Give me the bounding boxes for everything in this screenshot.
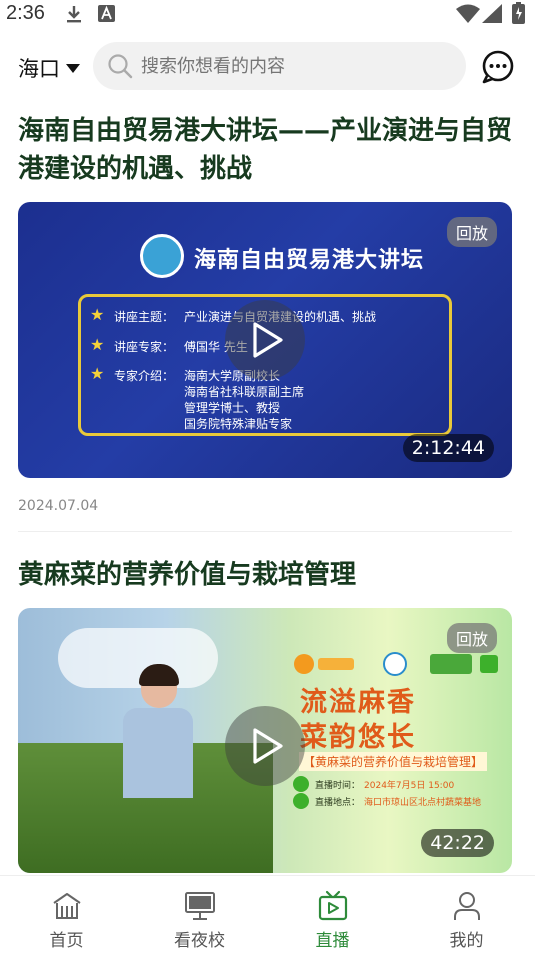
replay-badge: 回放 [446,623,497,653]
star-icon: ★ [90,335,105,354]
play-button[interactable] [225,706,305,786]
live-tv-icon [318,890,347,921]
video-date: 2024.07.04 [18,498,99,514]
tab-label: 我的 [449,931,484,951]
tab-label: 看夜校 [174,931,225,951]
monitor-icon [184,892,215,920]
caret-down-icon [66,63,80,73]
play-dot-icon [293,793,309,809]
search-bar[interactable] [93,42,466,90]
message-icon[interactable] [481,50,515,84]
video-card[interactable]: 海南自由贸易港大讲坛——产业演进与自贸港建设的机遇、挑战 海南自由贸易港大讲坛 … [18,112,512,532]
city-label: 海口 [18,57,60,81]
video-title[interactable]: 海南自由贸易港大讲坛——产业演进与自贸港建设的机遇、挑战 [18,112,512,188]
live-location-row: 直播地点： 海口市琼山区北点村蔬菜基地 [293,793,481,809]
play-icon [253,728,283,764]
partner-logos [294,652,498,676]
info-label: 直播地点： [315,797,361,808]
play-button[interactable] [225,300,305,380]
person-image [123,664,193,798]
star-icon: ★ [90,305,105,324]
tab-label: 首页 [49,931,84,951]
video-title[interactable]: 黄麻菜的营养价值与栽培管理 [18,556,512,594]
slogan-line-2: 菜韵悠长 [300,722,416,753]
slogan-line-1: 流溢麻香 [300,687,416,718]
font-icon [98,5,115,22]
info-label: 讲座主题： [114,310,175,324]
wifi-icon [456,4,480,23]
video-duration: 2:12:44 [402,434,494,462]
replay-badge: 回放 [446,217,497,247]
bottom-tab-bar: 首页 看夜校 直播 我的 [0,875,535,955]
video-duration: 42:22 [421,829,494,857]
tab-mine[interactable]: 我的 [400,876,533,955]
play-icon [253,322,283,358]
search-icon [108,54,133,79]
person-icon [453,892,480,920]
header: 海口 [0,40,535,92]
university-logo [140,234,184,278]
info-value: 2024年7月5日 15:00 [364,780,455,791]
info-text: 海南省社科联原副主席 [184,385,305,399]
status-time: 2:36 [6,2,45,24]
tab-night-school[interactable]: 看夜校 [133,876,266,955]
video-feed: 海南自由贸易港大讲坛——产业演进与自贸港建设的机遇、挑战 海南自由贸易港大讲坛 … [18,112,512,873]
topic-label: 【黄麻菜的营养价值与栽培管理】 [299,752,488,771]
download-icon [67,6,81,23]
signal-icon [482,4,502,23]
info-label: 讲座专家： [114,340,175,354]
battery-icon [512,2,525,24]
divider [18,531,512,532]
tab-label: 直播 [315,931,350,951]
info-label: 直播时间： [315,780,361,791]
info-text: 管理学博士、教授 [184,401,281,415]
city-selector[interactable]: 海口 [18,53,80,83]
info-text: 国务院特殊津贴专家 [184,417,293,431]
thumbnail-banner-title: 海南自由贸易港大讲坛 [194,248,425,273]
info-label: 专家介绍： [114,369,175,383]
video-thumbnail[interactable]: 流溢麻香 菜韵悠长 【黄麻菜的营养价值与栽培管理】 直播时间： 2024年7月5… [18,608,512,873]
home-icon [52,893,81,919]
tab-home[interactable]: 首页 [0,876,133,955]
video-thumbnail[interactable]: 海南自由贸易港大讲坛 ★ 讲座主题： 产业演进与自贸港建设的机遇、挑战 ★ 讲座… [18,202,512,478]
star-icon: ★ [90,364,105,383]
info-value: 海口市琼山区北点村蔬菜基地 [364,797,482,808]
live-time-row: 直播时间： 2024年7月5日 15:00 [293,776,454,792]
search-input[interactable] [141,55,441,77]
video-card[interactable]: 黄麻菜的营养价值与栽培管理 流溢麻香 菜韵悠长 【黄麻菜的营养价值与栽培管理】 [18,556,512,873]
status-bar: 2:36 [0,0,535,28]
tab-live[interactable]: 直播 [266,876,399,955]
